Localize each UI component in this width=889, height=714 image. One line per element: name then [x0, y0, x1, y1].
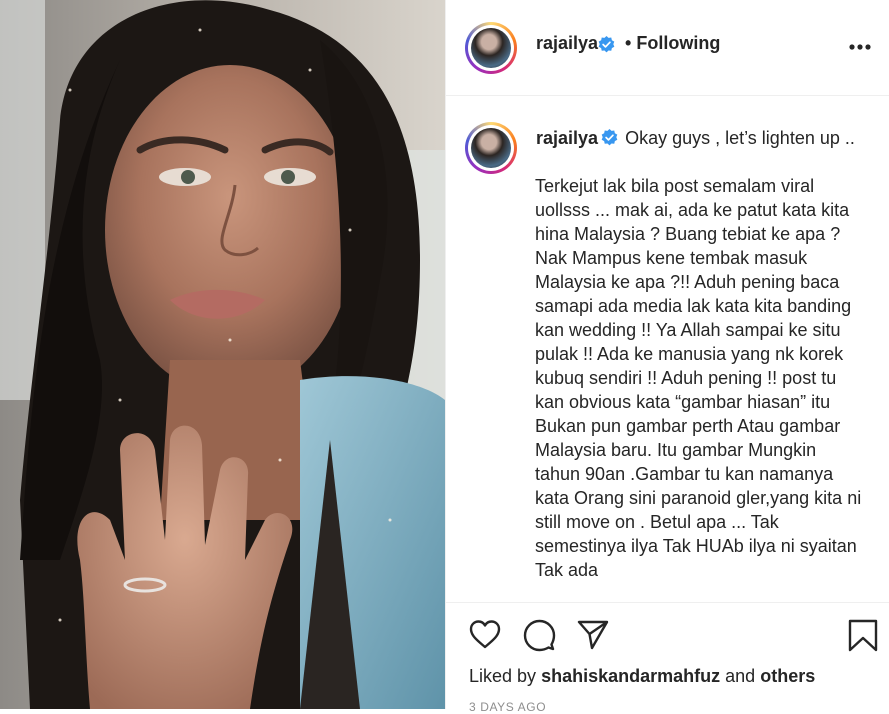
caption-username-link[interactable]: rajailya [536, 128, 598, 148]
liked-by-label: Liked by [469, 666, 537, 686]
paper-plane-icon[interactable] [576, 618, 610, 652]
comments-section[interactable]: rajailya Okay guys , let’s lighten up ..… [446, 97, 889, 602]
follow-status-label: Following [636, 33, 721, 53]
bookmark-icon[interactable] [846, 618, 880, 652]
verified-badge-icon [598, 36, 615, 53]
more-options-icon[interactable] [845, 37, 875, 57]
post-image[interactable] [0, 0, 445, 709]
likes-summary: Liked by shahiskandarmahfuz and others [469, 666, 815, 687]
others-link[interactable]: others [760, 666, 815, 686]
post-details-panel: rajailya • Following rajailya Okay guys … [445, 0, 889, 714]
following-button[interactable]: • Following [625, 33, 720, 54]
comment-icon[interactable] [522, 618, 556, 652]
liked-by-user-link[interactable]: shahiskandarmahfuz [541, 666, 720, 686]
heart-icon[interactable] [468, 618, 502, 652]
caption-body-text: Terkejut lak bila post semalam viral uol… [535, 176, 862, 580]
avatar[interactable] [465, 22, 517, 74]
separator-dot: • [625, 33, 632, 53]
verified-badge-icon [601, 129, 618, 146]
post-timestamp[interactable]: 3 DAYS AGO [469, 700, 546, 714]
caption-avatar[interactable] [465, 122, 517, 174]
username-link[interactable]: rajailya [536, 33, 598, 54]
and-label: and [725, 666, 756, 686]
post-header: rajailya • Following [446, 0, 889, 96]
post-photo-illustration [0, 0, 445, 709]
post-actions: Liked by shahiskandarmahfuz and others 3… [446, 602, 889, 714]
caption-lead-text: Okay guys , let’s lighten up .. [625, 128, 855, 148]
post-caption: rajailya Okay guys , let’s lighten up ..… [535, 126, 862, 582]
